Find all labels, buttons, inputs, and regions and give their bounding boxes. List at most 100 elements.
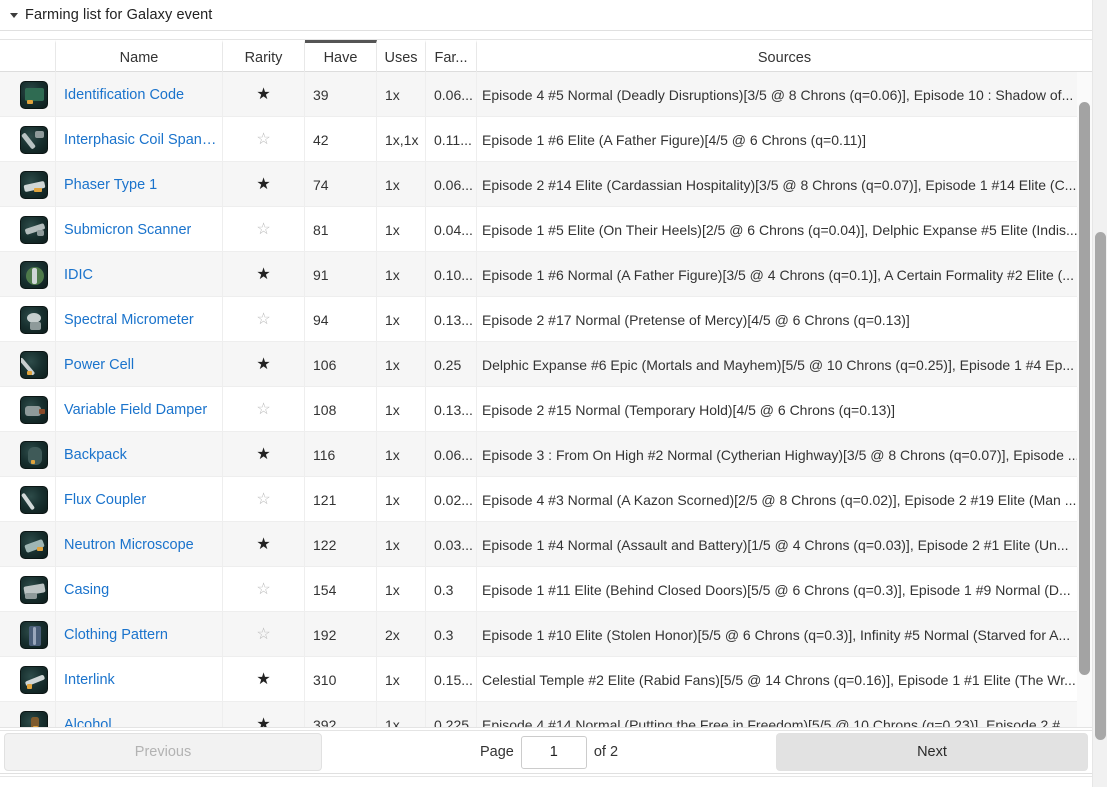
page-scrollbar-thumb[interactable]: [1095, 232, 1106, 740]
item-icon-cell: [0, 252, 56, 297]
item-uses-cell: 1x: [377, 252, 426, 297]
item-uses-cell: 1x: [377, 297, 426, 342]
table-row[interactable]: Identification Code ★ 39 1x 0.06... Episode 4…: [0, 72, 1092, 117]
table-row[interactable]: Variable Field Damper ☆ 108 1x 0.13... Episod…: [0, 387, 1092, 432]
column-header-uses[interactable]: Uses: [377, 40, 426, 72]
total-pages-label: of 2: [593, 744, 619, 760]
item-uses-cell: 2x: [377, 612, 426, 657]
item-icon-cell: [0, 612, 56, 657]
item-have-cell: 116: [305, 432, 377, 477]
table-row[interactable]: Clothing Pattern ☆ 192 2x 0.3 Episode 1 #10 E…: [0, 612, 1092, 657]
item-farm-cell: 0.10...: [426, 252, 477, 297]
item-name-link[interactable]: Casing: [64, 582, 109, 598]
table-row[interactable]: Spectral Micrometer ☆ 94 1x 0.13... Episode 2…: [0, 297, 1092, 342]
item-name-link[interactable]: Spectral Micrometer: [64, 312, 194, 328]
item-name-link[interactable]: Backpack: [64, 447, 127, 463]
item-sources-text: Episode 1 #6 Elite (A Father Figure)[4/5…: [482, 131, 866, 148]
item-name-link[interactable]: Variable Field Damper: [64, 402, 207, 418]
item-sources-cell: Episode 1 #10 Elite (Stolen Honor)[5/5 @…: [477, 612, 1092, 657]
item-uses-cell: 1x: [377, 657, 426, 702]
item-name-cell: Clothing Pattern: [56, 612, 223, 657]
item-flux-coupler-icon: [19, 485, 48, 514]
item-icon-cell: [0, 702, 56, 727]
item-sources-cell: Celestial Temple #2 Elite (Rabid Fans)[5…: [477, 657, 1092, 702]
item-name-cell: Phaser Type 1: [56, 162, 223, 207]
item-name-link[interactable]: Identification Code: [64, 87, 184, 103]
item-sources-cell: Episode 1 #11 Elite (Behind Closed Doors…: [477, 567, 1092, 612]
item-farm-cell: 0.06...: [426, 72, 477, 117]
table-vertical-scrollbar[interactable]: [1077, 72, 1092, 727]
item-name-link[interactable]: Phaser Type 1: [64, 177, 157, 193]
table-row[interactable]: Neutron Microscope ★ 122 1x 0.03... Episode 1…: [0, 522, 1092, 567]
page-content: Farming list for Galaxy event Name Rarit…: [0, 0, 1092, 787]
item-have-cell: 192: [305, 612, 377, 657]
item-uses-cell: 1x: [377, 702, 426, 727]
item-sources-text: Episode 2 #17 Normal (Pretense of Mercy)…: [482, 311, 910, 328]
item-have-cell: 74: [305, 162, 377, 207]
item-icon-cell: [0, 162, 56, 207]
table-row[interactable]: Casing ☆ 154 1x 0.3 Episode 1 #11 Elite (Behi…: [0, 567, 1092, 612]
item-uses-cell: 1x: [377, 567, 426, 612]
item-icon-cell: [0, 297, 56, 342]
item-farm-cell: 0.06...: [426, 162, 477, 207]
item-name-link[interactable]: Submicron Scanner: [64, 222, 191, 238]
item-rarity-cell: ☆: [223, 477, 305, 522]
item-icon-cell: [0, 117, 56, 162]
table-scrollbar-thumb[interactable]: [1079, 102, 1090, 675]
page-label: Page: [479, 744, 514, 760]
item-sources-text: Episode 2 #14 Elite (Cardassian Hospital…: [482, 176, 1077, 193]
item-have-cell: 121: [305, 477, 377, 522]
table-row[interactable]: Flux Coupler ☆ 121 1x 0.02... Episode 4 #3 No…: [0, 477, 1092, 522]
table-row[interactable]: IDIC ★ 91 1x 0.10... Episode 1 #6 Normal (A F…: [0, 252, 1092, 297]
item-farm-cell: 0.13...: [426, 387, 477, 432]
item-name-cell: Interphasic Coil Spanner: [56, 117, 223, 162]
triangle-down-icon[interactable]: [6, 7, 22, 23]
table-row[interactable]: Submicron Scanner ☆ 81 1x 0.04... Episode 1 #…: [0, 207, 1092, 252]
item-uses-cell: 1x,1x: [377, 117, 426, 162]
item-farm-cell: 0.3: [426, 612, 477, 657]
item-name-cell: Flux Coupler: [56, 477, 223, 522]
item-name-link[interactable]: IDIC: [64, 267, 93, 283]
table-row[interactable]: Backpack ★ 116 1x 0.06... Episode 3 : From On…: [0, 432, 1092, 477]
item-name-link[interactable]: Alcohol: [64, 717, 112, 728]
item-name-link[interactable]: Power Cell: [64, 357, 134, 373]
item-identification-code-icon: [19, 80, 48, 109]
column-header-icon[interactable]: [0, 40, 56, 72]
item-name-link[interactable]: Flux Coupler: [64, 492, 146, 508]
column-header-rarity[interactable]: Rarity: [223, 40, 305, 72]
item-name-link[interactable]: Clothing Pattern: [64, 627, 168, 643]
item-icon-cell: [0, 207, 56, 252]
column-header-name[interactable]: Name: [56, 40, 223, 72]
table-row[interactable]: Phaser Type 1 ★ 74 1x 0.06... Episode 2 #14 E…: [0, 162, 1092, 207]
item-farm-cell: 0.03...: [426, 522, 477, 567]
item-name-link[interactable]: Interphasic Coil Spanner: [64, 132, 222, 148]
column-header-farm[interactable]: Far...: [426, 40, 477, 72]
table-row[interactable]: Interphasic Coil Spanner ☆ 42 1x,1x 0.11... E…: [0, 117, 1092, 162]
item-name-link[interactable]: Neutron Microscope: [64, 537, 194, 553]
table-row[interactable]: Interlink ★ 310 1x 0.15... Celestial Temple #…: [0, 657, 1092, 702]
item-icon-cell: [0, 342, 56, 387]
item-name-cell: Backpack: [56, 432, 223, 477]
column-header-have[interactable]: Have: [305, 40, 377, 72]
item-have-cell: 81: [305, 207, 377, 252]
item-rarity-cell: ☆: [223, 297, 305, 342]
item-farm-cell: 0.25: [426, 342, 477, 387]
item-icon-cell: [0, 432, 56, 477]
item-farm-cell: 0.11...: [426, 117, 477, 162]
page-vertical-scrollbar[interactable]: [1092, 0, 1107, 787]
item-sources-text: Episode 1 #11 Elite (Behind Closed Doors…: [482, 581, 1071, 598]
rarity-star-icon: ★: [256, 85, 271, 103]
rarity-star-icon: ☆: [256, 220, 271, 238]
item-farm-cell: 0.04...: [426, 207, 477, 252]
table-row[interactable]: Alcohol ★ 392 1x 0.225 Episode 4 #14 Normal (…: [0, 702, 1092, 728]
item-sources-text: Delphic Expanse #6 Epic (Mortals and May…: [482, 356, 1075, 373]
previous-page-button[interactable]: Previous: [4, 733, 322, 771]
item-rarity-cell: ★: [223, 342, 305, 387]
item-sources-cell: Episode 1 #5 Elite (On Their Heels)[2/5 …: [477, 207, 1092, 252]
column-header-sources[interactable]: Sources: [477, 40, 1092, 72]
page-number-input[interactable]: [520, 735, 587, 769]
item-uses-cell: 1x: [377, 342, 426, 387]
table-row[interactable]: Power Cell ★ 106 1x 0.25 Delphic Expanse #6 E…: [0, 342, 1092, 387]
item-name-link[interactable]: Interlink: [64, 672, 115, 688]
next-page-button[interactable]: Next: [776, 733, 1088, 771]
